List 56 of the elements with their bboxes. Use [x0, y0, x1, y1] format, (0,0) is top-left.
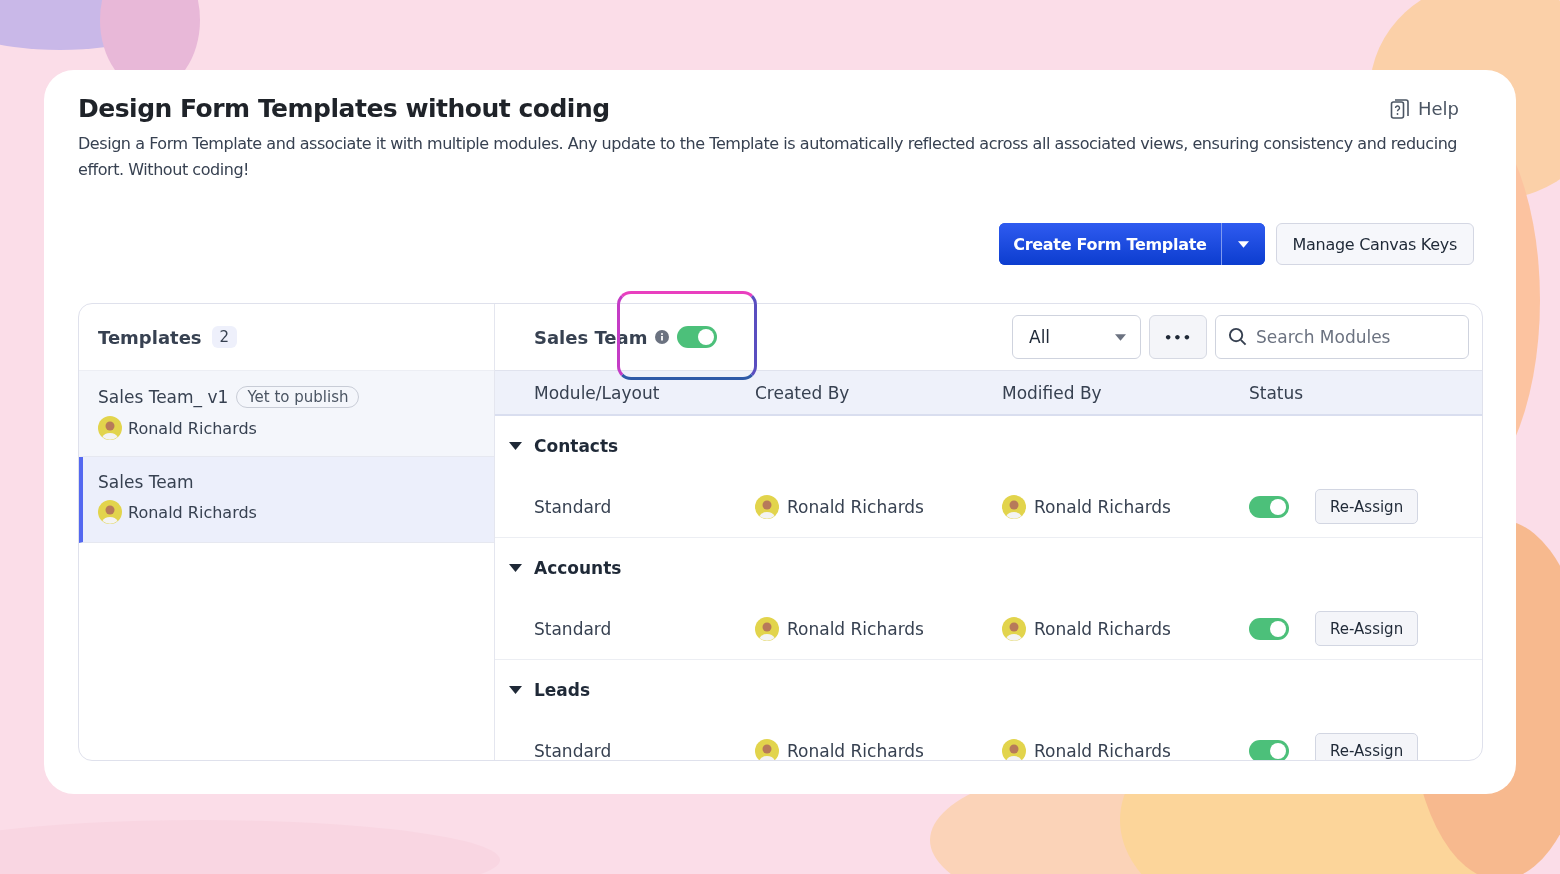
avatar-icon	[1002, 616, 1026, 641]
module-group[interactable]: Contacts	[495, 416, 1482, 476]
table-cell: Ronald Richards	[1034, 740, 1171, 760]
template-name: Sales Team_ v1	[98, 387, 229, 407]
template-name: Sales Team	[98, 472, 194, 492]
avatar-icon	[1002, 738, 1026, 760]
caret-icon	[1237, 240, 1249, 248]
column-header: Modified By	[1002, 382, 1103, 403]
module-group[interactable]: Leads	[495, 660, 1482, 720]
owner-name: Ronald Richards	[128, 418, 257, 438]
search-icon	[1228, 327, 1247, 346]
create-template-button[interactable]: Create Form Template	[999, 223, 1221, 265]
reassign-button[interactable]: Re-Assign	[1315, 489, 1419, 524]
owner-name: Ronald Richards	[128, 502, 257, 522]
column-header: Status	[1249, 382, 1305, 403]
help-icon	[1389, 97, 1410, 120]
help-link[interactable]: Help	[1389, 97, 1459, 120]
more-button[interactable]: •••	[1149, 315, 1207, 359]
template-item[interactable]: Sales Team Ronald Richards	[79, 457, 494, 543]
table-cell-text: Standard	[534, 618, 613, 639]
reassign-button[interactable]: Re-Assign	[1315, 733, 1419, 760]
table-cell: Ronald Richards	[1034, 618, 1171, 639]
status-toggle[interactable]	[1249, 495, 1289, 518]
module-group[interactable]: Accounts	[495, 538, 1482, 598]
search-field[interactable]: Search Modules	[1215, 315, 1469, 359]
info-icon	[655, 330, 670, 344]
column-header: Module/Layout	[534, 382, 661, 403]
avatar-icon	[98, 416, 122, 440]
filter-dropdown[interactable]: All	[1012, 315, 1141, 359]
status-toggle[interactable]	[1249, 617, 1289, 640]
description: Design a Form Template and associate it with multiple modules. Any update to the Template is automatically reflected across all associated views, ensuring consistency and reducing effort. Without coding!	[78, 133, 1459, 181]
table-cell: Ronald Richards	[787, 740, 924, 760]
caret-icon	[509, 564, 522, 572]
page-title: Design Form Templates without coding	[78, 94, 610, 123]
toggle-switch[interactable]	[677, 326, 718, 348]
manage-keys-button[interactable]: Manage Canvas Keys	[1275, 223, 1474, 265]
count-badge: 2	[211, 326, 238, 348]
dropdown-button[interactable]	[1220, 223, 1265, 265]
avatar-icon	[98, 500, 122, 524]
templates-heading: Templates	[98, 326, 202, 348]
column-header: Created By	[755, 382, 851, 403]
status-toggle[interactable]	[1249, 739, 1289, 760]
table-cell: Ronald Richards	[787, 496, 924, 517]
reassign-button[interactable]: Re-Assign	[1315, 611, 1419, 646]
table-cell-text: Standard	[534, 740, 613, 760]
table-cell: Ronald Richards	[1034, 496, 1171, 517]
table-cell-text: Standard	[534, 496, 613, 517]
avatar-icon	[755, 616, 779, 641]
table-cell: Ronald Richards	[787, 618, 924, 639]
avatar-icon	[755, 738, 779, 760]
caret-icon	[509, 686, 522, 694]
avatar-icon	[1002, 494, 1026, 519]
avatar-icon	[755, 494, 779, 519]
caret-icon	[509, 442, 522, 450]
caret-icon	[1115, 333, 1126, 341]
template-item[interactable]: Sales Team_ v1 Yet to publish Ronald Richards	[79, 371, 494, 457]
